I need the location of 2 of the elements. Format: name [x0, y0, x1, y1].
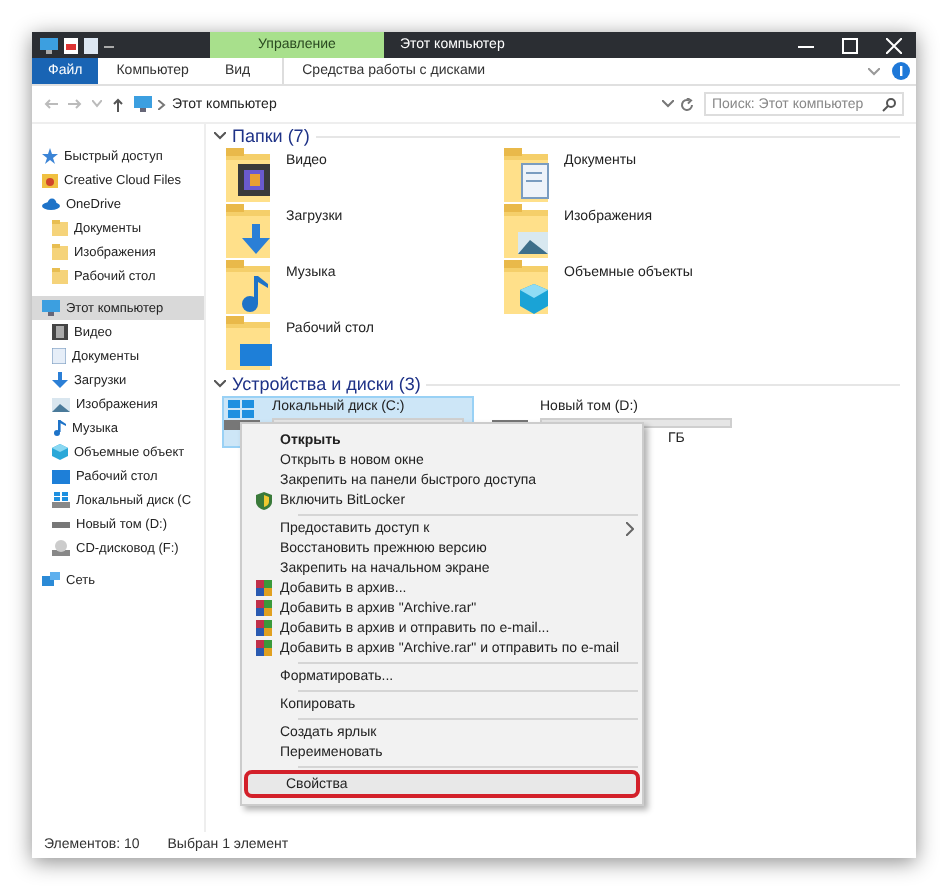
group-heading: Устройства и диски (3): [232, 374, 421, 394]
group-heading: Папки (7): [232, 126, 310, 146]
